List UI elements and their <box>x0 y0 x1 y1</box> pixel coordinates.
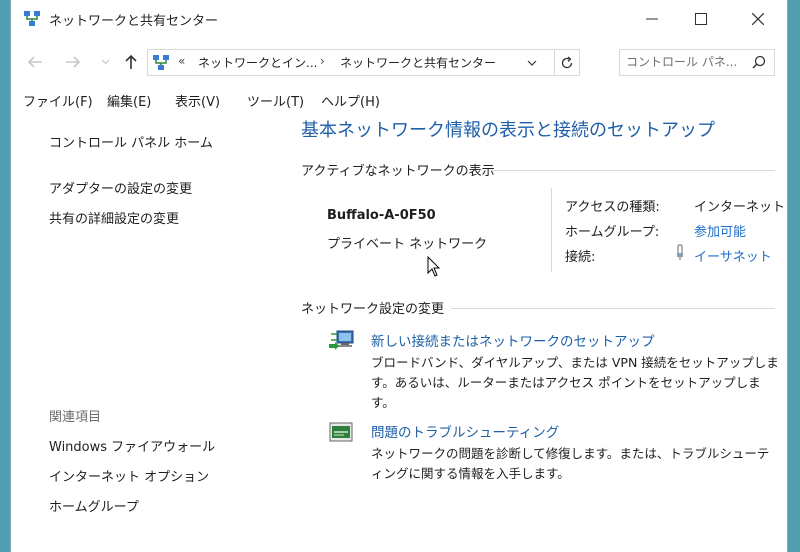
homegroup-join-link[interactable]: 参加可能 <box>694 221 746 240</box>
breadcrumb-network-sharing-center[interactable]: ネットワークと共有センター <box>340 54 496 71</box>
menu-view[interactable]: 表示(V) <box>175 91 220 110</box>
new-connection-icon <box>327 326 357 356</box>
homegroup-label: ホームグループ: <box>565 225 660 240</box>
menu-bar: ファイル(F) 編集(E) 表示(V) ツール(T) ヘルプ(H) <box>11 88 787 110</box>
close-button[interactable] <box>733 0 783 38</box>
network-info-divider <box>551 188 552 272</box>
menu-tools[interactable]: ツール(T) <box>247 91 304 110</box>
setup-new-connection-description: ブロードバンド、ダイヤルアップ、または VPN 接続をセットアップします。あるい… <box>371 355 779 410</box>
troubleshoot-problems-description: ネットワークの問題を診断して修復します。または、トラブルシューティングに関する情… <box>371 446 770 481</box>
network-center-icon <box>23 10 41 28</box>
address-history-button[interactable] <box>524 53 540 73</box>
windows-firewall-link[interactable]: Windows ファイアウォール <box>49 436 215 455</box>
left-task-pane: コントロール パネル ホーム アダプターの設定の変更 共有の詳細設定の変更 関連… <box>11 110 291 552</box>
back-button[interactable] <box>25 52 45 72</box>
up-button[interactable] <box>121 52 141 72</box>
close-icon <box>752 13 764 25</box>
active-networks-heading: アクティブなネットワークの表示 <box>301 164 495 179</box>
ethernet-icon <box>675 244 685 264</box>
arrow-left-icon <box>27 56 42 68</box>
access-type-value: インターネット <box>694 200 786 215</box>
network-type[interactable]: プライベート ネットワーク <box>327 233 487 252</box>
breadcrumb-separator[interactable]: › <box>320 54 325 68</box>
refresh-button[interactable] <box>554 49 580 76</box>
ethernet-connection-link[interactable]: イーサネット <box>694 246 772 265</box>
search-box[interactable] <box>619 49 775 76</box>
menu-help[interactable]: ヘルプ(H) <box>321 91 380 110</box>
breadcrumb-overflow[interactable]: « <box>178 54 185 68</box>
mouse-pointer-icon <box>427 255 441 282</box>
change-adapter-settings-link[interactable]: アダプターの設定の変更 <box>49 178 192 197</box>
access-type-label: アクセスの種類: <box>565 200 660 215</box>
window-title: ネットワークと共有センター <box>49 14 219 29</box>
navigation-bar: « ネットワークとイン... › ネットワークと共有センター <box>11 44 787 80</box>
homegroup-link[interactable]: ホームグループ <box>49 496 139 515</box>
page-title: 基本ネットワーク情報の表示と接続のセットアップ <box>301 120 715 141</box>
network-sharing-center-window: ネットワークと共有センター « ネットワークとイン... › ネットワークと共有… <box>10 0 788 552</box>
search-icon[interactable] <box>752 55 766 73</box>
minimize-button[interactable] <box>627 0 677 38</box>
arrow-right-icon <box>66 56 81 68</box>
forward-button[interactable] <box>63 52 83 72</box>
chevron-down-icon <box>101 59 109 65</box>
title-bar[interactable]: ネットワークと共有センター <box>11 0 787 38</box>
section-divider <box>451 308 775 309</box>
troubleshoot-icon <box>327 418 357 448</box>
section-divider <box>491 170 775 171</box>
search-input[interactable] <box>626 53 744 71</box>
control-panel-home-link[interactable]: コントロール パネル ホーム <box>49 132 213 151</box>
setup-new-connection-link[interactable]: 新しい接続またはネットワークのセットアップ <box>371 330 655 350</box>
arrow-up-icon <box>125 54 137 69</box>
address-bar[interactable]: « ネットワークとイン... › ネットワークと共有センター <box>147 49 555 76</box>
menu-file[interactable]: ファイル(F) <box>23 91 93 110</box>
menu-edit[interactable]: 編集(E) <box>107 91 151 110</box>
network-name: Buffalo-A-0F50 <box>327 208 436 223</box>
change-settings-heading: ネットワーク設定の変更 <box>301 302 445 317</box>
internet-options-link[interactable]: インターネット オプション <box>49 466 209 485</box>
breadcrumb-network-internet[interactable]: ネットワークとイン... <box>198 54 317 71</box>
connection-label: 接続: <box>565 250 596 265</box>
maximize-button[interactable] <box>676 0 726 38</box>
maximize-icon <box>695 13 707 25</box>
chevron-down-icon <box>527 60 537 66</box>
recent-locations-button[interactable] <box>95 52 115 72</box>
troubleshoot-problems-link[interactable]: 問題のトラブルシューティング <box>371 421 559 441</box>
related-heading: 関連項目 <box>49 410 102 425</box>
refresh-icon <box>561 55 573 68</box>
advanced-sharing-settings-link[interactable]: 共有の詳細設定の変更 <box>49 208 179 227</box>
network-center-icon <box>152 54 170 72</box>
minimize-icon <box>646 18 658 20</box>
